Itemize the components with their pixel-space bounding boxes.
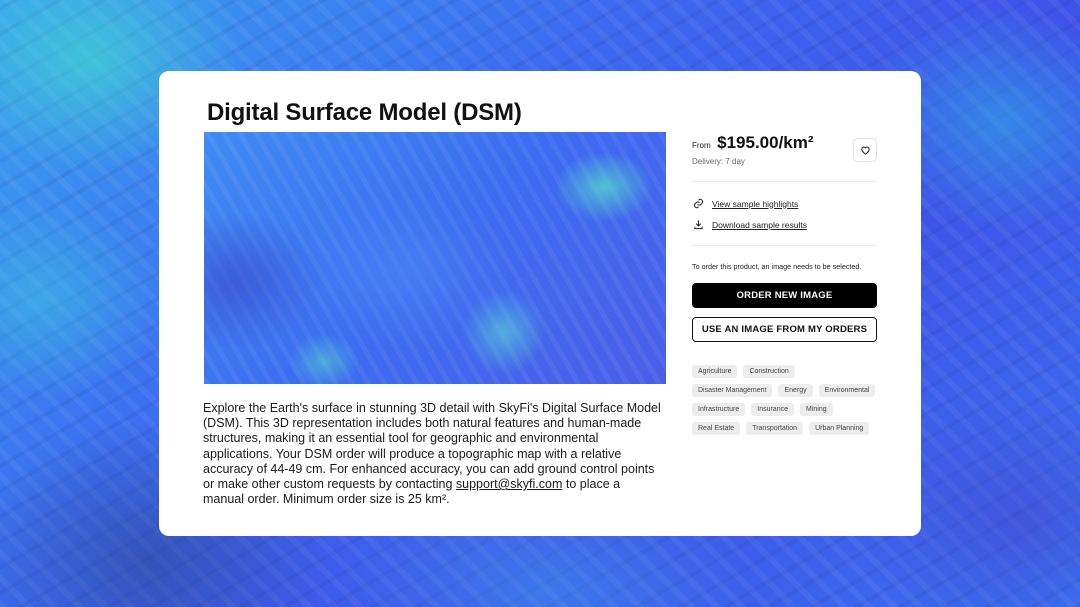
tag[interactable]: Transportation	[746, 422, 804, 435]
tag[interactable]: Real Estate	[692, 422, 741, 435]
tag[interactable]: Environmental	[818, 384, 876, 397]
price-section: From $195.00/km² Delivery: 7 day	[692, 133, 877, 181]
tag[interactable]: Insurance	[751, 403, 794, 416]
price-value: $195.00/km²	[717, 133, 814, 152]
heart-icon	[860, 146, 870, 155]
product-description: Explore the Earth's surface in stunning …	[203, 401, 661, 507]
divider	[692, 245, 876, 246]
support-email-link[interactable]: support@skyfi.com	[456, 477, 562, 491]
tag[interactable]: Urban Planning	[809, 422, 870, 435]
tag[interactable]: Agriculture	[692, 365, 738, 378]
dsm-preview-image	[204, 132, 666, 384]
order-new-image-button[interactable]: ORDER NEW IMAGE	[692, 283, 877, 308]
delivery-time: Delivery: 7 day	[692, 157, 745, 166]
favorite-button[interactable]	[853, 138, 877, 162]
tag[interactable]: Mining	[800, 403, 833, 416]
tag[interactable]: Energy	[778, 384, 813, 397]
sample-links: View sample highlights Download sample r…	[692, 182, 876, 245]
download-sample-link[interactable]: Download sample results	[692, 214, 876, 235]
product-card: Digital Surface Model (DSM) Explore the …	[159, 71, 921, 536]
download-icon	[692, 219, 704, 231]
view-sample-label[interactable]: View sample highlights	[712, 199, 798, 209]
tag[interactable]: Construction	[743, 365, 795, 378]
tag[interactable]: Infrastructure	[692, 403, 746, 416]
download-sample-label[interactable]: Download sample results	[712, 220, 807, 230]
order-note: To order this product, an image needs to…	[692, 262, 862, 271]
use-image-from-orders-button[interactable]: USE AN IMAGE FROM MY ORDERS	[692, 317, 877, 342]
view-sample-link[interactable]: View sample highlights	[692, 193, 876, 214]
industry-tags: Agriculture Construction Disaster Manage…	[692, 365, 876, 435]
page-title: Digital Surface Model (DSM)	[207, 99, 522, 126]
order-panel: From $195.00/km² Delivery: 7 day View sa…	[692, 133, 877, 435]
tag[interactable]: Disaster Management	[692, 384, 773, 397]
link-icon	[692, 198, 704, 210]
price-from-label: From	[692, 141, 711, 150]
